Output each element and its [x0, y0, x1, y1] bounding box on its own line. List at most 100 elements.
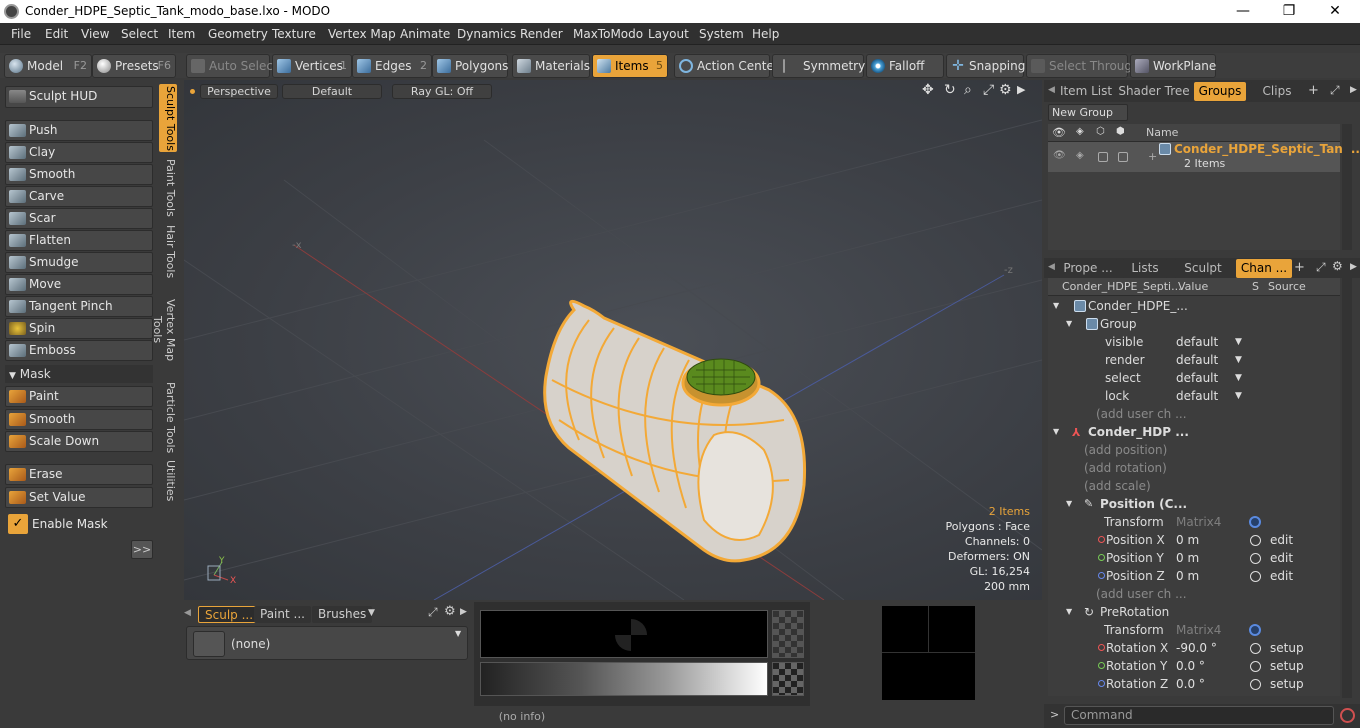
channel-row-transform[interactable]: Transform Matrix4 [1048, 513, 1348, 531]
channel-row-transform-2[interactable]: Transform Matrix4 [1048, 621, 1348, 639]
erase-button[interactable]: Erase [5, 464, 153, 485]
position-x-value[interactable]: 0 m [1176, 531, 1199, 549]
tab-properties[interactable]: Prope ... [1058, 259, 1118, 278]
select-toggle-icon[interactable] [1098, 152, 1108, 162]
expand-group-icon[interactable]: + [1148, 150, 1157, 163]
brush-preset-selector[interactable]: (none) ▼ [186, 626, 468, 660]
tab-paint-tools[interactable]: Paint Tools [159, 156, 177, 220]
maximize-button[interactable]: ❐ [1266, 0, 1312, 23]
menu-help[interactable]: Help [752, 27, 779, 41]
tool-spin-button[interactable]: Spin [5, 318, 153, 339]
mask-section-header[interactable]: ▼ Mask [5, 365, 153, 383]
model-button[interactable]: Model F2 [4, 54, 92, 78]
texture-alpha-swatch[interactable] [772, 610, 804, 658]
rotation-z-value[interactable]: 0.0 ° [1176, 675, 1205, 693]
matrix-gear-icon[interactable] [1249, 516, 1261, 528]
channels-gear-icon[interactable]: ⚙ [1332, 259, 1343, 273]
channel-row-group[interactable]: ▼ Group [1048, 315, 1348, 333]
falloff-button[interactable]: Falloff [866, 54, 944, 78]
panel-menu-icon[interactable]: ▶ [460, 607, 467, 617]
group-row[interactable]: 👁 ◈ + Conder_HDPE_Septic_Tank... 2 Items [1048, 142, 1360, 172]
record-icon[interactable] [1340, 708, 1355, 723]
expand-icon[interactable]: ⤢ [1330, 83, 1340, 98]
tab-sculpt-tools[interactable]: Sculpt Tools [159, 84, 177, 152]
menu-edit[interactable]: Edit [45, 27, 68, 41]
edges-button[interactable]: Edges 2 [352, 54, 432, 78]
rotation-y-value[interactable]: 0.0 ° [1176, 657, 1205, 675]
sculpt-hud-button[interactable]: Sculpt HUD [5, 86, 153, 108]
menu-view[interactable]: View [81, 27, 109, 41]
channel-row-select[interactable]: select default ▼ [1048, 369, 1348, 387]
tab-paint[interactable]: Paint ... [254, 606, 311, 623]
dropdown-arrow-icon[interactable]: ▼ [1235, 369, 1242, 387]
tool-flatten-button[interactable]: Flatten [5, 230, 153, 251]
action-center-button[interactable]: Action Center [674, 54, 779, 78]
add-tab-icon-2[interactable]: + [1294, 260, 1305, 275]
tab-particle-tools[interactable]: Particle Tools [159, 380, 177, 456]
matrix-gear-icon-2[interactable] [1249, 624, 1261, 636]
channel-row-visible[interactable]: visible default ▼ [1048, 333, 1348, 351]
channel-visible-value[interactable]: default [1176, 333, 1218, 351]
channel-row-rotation-z[interactable]: Rotation Z 0.0 ° setup [1048, 675, 1348, 693]
symmetry-button[interactable]: Symmetry [772, 54, 865, 78]
position-z-value[interactable]: 0 m [1176, 567, 1199, 585]
channel-row-rotation-x[interactable]: Rotation X -90.0 ° setup [1048, 639, 1348, 657]
channel-row-position-z[interactable]: Position Z 0 m edit [1048, 567, 1348, 585]
channel-row-add-user[interactable]: (add user ch ... [1048, 405, 1348, 423]
menu-item[interactable]: Item [168, 27, 195, 41]
set-value-button[interactable]: Set Value [5, 487, 153, 508]
position-y-key-icon[interactable] [1250, 553, 1261, 564]
vertices-button[interactable]: Vertices 1 [272, 54, 352, 78]
menu-arrow-icon-2[interactable]: ▶ [1350, 262, 1357, 272]
menu-system[interactable]: System [699, 27, 744, 41]
mask-scale-down-button[interactable]: Scale Down [5, 431, 153, 452]
lock-toggle-icon[interactable] [1118, 152, 1128, 162]
tab-clips[interactable]: Clips [1250, 82, 1304, 101]
dropdown-arrow-icon[interactable]: ▼ [1235, 351, 1242, 369]
preview-canvas[interactable] [882, 606, 975, 700]
tab-sculpt[interactable]: Sculp ... [198, 606, 261, 623]
channel-row-render[interactable]: render default ▼ [1048, 351, 1348, 369]
rotation-x-value[interactable]: -90.0 ° [1176, 639, 1217, 657]
menu-layout[interactable]: Layout [648, 27, 689, 41]
dropdown-arrow-icon[interactable]: ▼ [1235, 387, 1242, 405]
rotation-z-key-icon[interactable] [1250, 679, 1261, 690]
menu-file[interactable]: File [11, 27, 31, 41]
channel-row-rotation-y[interactable]: Rotation Y 0.0 ° setup [1048, 657, 1348, 675]
rotation-y-key-icon[interactable] [1250, 661, 1261, 672]
panel-expand-icon[interactable]: ⤢ [428, 605, 438, 620]
tab-groups[interactable]: Groups [1194, 82, 1246, 101]
tool-emboss-button[interactable]: Emboss [5, 340, 153, 361]
materials-button[interactable]: Materials [512, 54, 590, 78]
items-button[interactable]: Items 5 [592, 54, 668, 78]
tab-brushes[interactable]: Brushes [312, 606, 373, 623]
menu-texture[interactable]: Texture [272, 27, 316, 41]
channel-row-add-position[interactable]: (add position) [1048, 441, 1348, 459]
rotation-x-key-icon[interactable] [1250, 643, 1261, 654]
channel-row-add-scale[interactable]: (add scale) [1048, 477, 1348, 495]
menu-arrow-icon[interactable]: ▶ [1350, 85, 1357, 95]
polygons-button[interactable]: Polygons [432, 54, 508, 78]
tool-carve-button[interactable]: Carve [5, 186, 153, 207]
channel-select-value[interactable]: default [1176, 369, 1218, 387]
tab-channels[interactable]: Chan ... [1236, 259, 1292, 278]
tool-tangent-pinch-button[interactable]: Tangent Pinch [5, 296, 153, 317]
tab-lists[interactable]: Lists [1122, 259, 1168, 278]
add-tab-icon[interactable]: + [1308, 83, 1319, 98]
position-y-value[interactable]: 0 m [1176, 549, 1199, 567]
presets-button[interactable]: Presets F6 [92, 54, 176, 78]
tool-push-button[interactable]: Push [5, 120, 153, 141]
tab-hair-tools[interactable]: Hair Tools [159, 224, 177, 280]
command-input[interactable]: Command [1064, 706, 1334, 725]
channel-row-position-y[interactable]: Position Y 0 m edit [1048, 549, 1348, 567]
channel-row-add-user-2[interactable]: (add user ch ... [1048, 585, 1348, 603]
tab-item-list[interactable]: Item List [1058, 82, 1114, 101]
mask-smooth-button[interactable]: Smooth [5, 409, 153, 430]
channel-row-prerotation[interactable]: ▼ ↻ PreRotation [1048, 603, 1348, 621]
texture-swatch[interactable] [480, 610, 768, 658]
select-through-button[interactable]: Select Through [1026, 54, 1140, 78]
channel-row-lock[interactable]: lock default ▼ [1048, 387, 1348, 405]
workplane-button[interactable]: WorkPlane [1130, 54, 1216, 78]
menu-maxtomodo[interactable]: MaxToModo [573, 27, 643, 41]
channel-row-add-rotation[interactable]: (add rotation) [1048, 459, 1348, 477]
